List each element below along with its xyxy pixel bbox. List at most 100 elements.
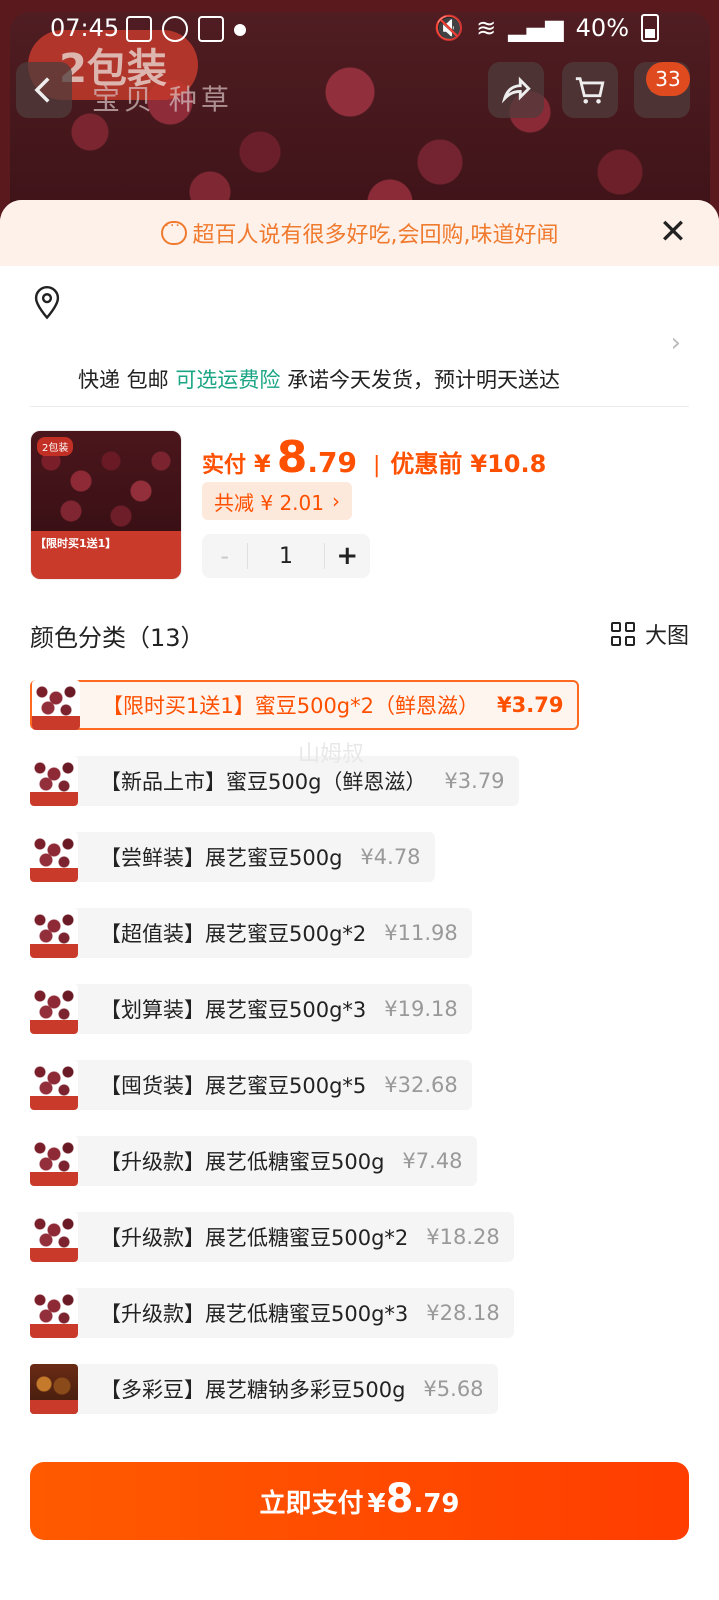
chevron-right-icon: › xyxy=(331,489,340,513)
price-row: 实付 ¥ 8 .79 | 优惠前 ¥10.8 xyxy=(202,432,546,483)
quantity-value[interactable]: 1 xyxy=(247,543,325,569)
variant-price: ¥4.78 xyxy=(360,845,421,869)
back-button[interactable] xyxy=(16,62,72,118)
variant-option[interactable]: 【限时买1送1】蜜豆500g*2（鲜恩滋） ¥3.79 xyxy=(30,680,580,730)
variant-option[interactable]: 【多彩豆】展艺糖钠多彩豆500g ¥5.68 xyxy=(30,1364,498,1414)
price-separator: | xyxy=(372,453,381,478)
shipping-express: 快递 包邮 xyxy=(78,368,169,392)
checkbox-icon xyxy=(198,16,224,42)
quantity-stepper: - 1 + xyxy=(202,534,370,578)
variant-name: 【尝鲜装】展艺蜜豆500g xyxy=(100,846,343,870)
before-price: ¥10.8 xyxy=(470,450,547,478)
shipping-insurance-link[interactable]: 可选运费险 xyxy=(175,368,280,392)
app-notification-icon xyxy=(162,16,188,42)
variant-name: 【新品上市】蜜豆500g（鲜恩滋） xyxy=(100,770,427,794)
variant-thumbnail xyxy=(30,1288,78,1338)
divider xyxy=(30,406,689,407)
signal-icon: ▂▄▆ xyxy=(508,14,564,42)
pay-currency: ¥ xyxy=(367,1489,386,1519)
variant-name: 【升级款】展艺低糖蜜豆500g xyxy=(100,1150,385,1174)
share-icon xyxy=(501,76,531,104)
share-button[interactable] xyxy=(488,62,544,118)
banner-text: 超百人说有很多好吃,会回购,味道好闻 xyxy=(192,223,559,248)
price-integer: 8 xyxy=(276,432,308,483)
variant-thumbnail xyxy=(30,1136,78,1186)
variant-price: ¥19.18 xyxy=(384,997,458,1021)
variant-price: ¥3.79 xyxy=(497,693,564,717)
wifi-icon: ≋ xyxy=(476,14,497,42)
variant-thumbnail xyxy=(30,984,78,1034)
gallery-icon xyxy=(126,16,152,42)
variant-name: 【限时买1送1】蜜豆500g*2（鲜恩滋） xyxy=(102,694,479,718)
status-time: 07:45 xyxy=(50,14,120,42)
variant-option[interactable]: 【超值装】展艺蜜豆500g*2 ¥11.98 xyxy=(30,908,472,958)
battery-percent: 40% xyxy=(575,14,629,42)
variant-price: ¥28.18 xyxy=(426,1301,500,1325)
price-decimal: .79 xyxy=(307,446,357,479)
big-view-toggle[interactable]: 大图 xyxy=(610,618,689,650)
shipping-promise: 承诺今天发货，预计明天送达 xyxy=(287,368,561,392)
variant-thumbnail xyxy=(30,1212,78,1262)
increase-button[interactable]: + xyxy=(325,541,370,571)
variant-option[interactable]: 【升级款】展艺低糖蜜豆500g*2 ¥18.28 xyxy=(30,1212,514,1262)
pay-bar: 立即支付 ¥ 8 .79 xyxy=(0,1432,719,1600)
product-thumbnail[interactable]: 2包装 【限时买1送1】 xyxy=(30,430,182,580)
shipping-info: 快递 包邮 可选运费险 承诺今天发货，预计明天送达 xyxy=(78,364,560,394)
thumbnail-tag: 2包装 xyxy=(37,437,74,456)
mute-icon: 🔇 xyxy=(434,14,465,42)
variant-price: ¥11.98 xyxy=(384,921,458,945)
cart-count-badge: 33 xyxy=(646,62,690,96)
variant-option[interactable]: 【升级款】展艺低糖蜜豆500g*3 ¥28.18 xyxy=(30,1288,514,1338)
decrease-button[interactable]: - xyxy=(202,542,247,570)
variant-name: 【划算装】展艺蜜豆500g*3 xyxy=(100,998,367,1022)
variant-name: 【囤货装】展艺蜜豆500g*5 xyxy=(100,1074,367,1098)
variant-price: ¥7.48 xyxy=(402,1149,463,1173)
chat-icon xyxy=(160,218,187,245)
sku-selector-sheet: 超百人说有很多好吃,会回购,味道好闻 ✕ › 快递 包邮 可选运费险 承诺今天发… xyxy=(0,200,719,1600)
pay-now-button[interactable]: 立即支付 ¥ 8 .79 xyxy=(30,1462,689,1540)
back-arrow-icon xyxy=(34,77,50,103)
variant-thumbnail xyxy=(30,1060,78,1110)
variant-name: 【升级款】展艺低糖蜜豆500g*2 xyxy=(100,1226,409,1250)
variant-thumbnail xyxy=(30,756,78,806)
price-label: 实付 xyxy=(202,453,247,478)
variant-thumbnail xyxy=(30,1364,78,1414)
variant-thumbnail xyxy=(30,832,78,882)
big-view-label: 大图 xyxy=(644,624,689,649)
address-row[interactable]: › xyxy=(32,286,687,358)
close-icon[interactable]: ✕ xyxy=(655,214,691,250)
header-tabs: 宝贝 种草 xyxy=(92,83,233,116)
variant-price: ¥32.68 xyxy=(384,1073,458,1097)
variant-price: ¥18.28 xyxy=(426,1225,500,1249)
chevron-right-icon: › xyxy=(670,328,681,358)
pay-price-decimal: .79 xyxy=(413,1489,460,1519)
variant-thumbnail xyxy=(32,680,80,730)
thumbnail-strip-text: 【限时买1送1】 xyxy=(35,537,117,550)
review-banner: 超百人说有很多好吃,会回购,味道好闻 ✕ xyxy=(0,200,719,266)
variant-option[interactable]: 【划算装】展艺蜜豆500g*3 ¥19.18 xyxy=(30,984,472,1034)
variant-option[interactable]: 【尝鲜装】展艺蜜豆500g ¥4.78 xyxy=(30,832,435,882)
price-currency: ¥ xyxy=(254,450,271,478)
pay-price-integer: 8 xyxy=(385,1476,414,1522)
before-label: 优惠前 xyxy=(390,450,463,478)
watermark-text: 山姆叔 xyxy=(298,742,365,767)
cart-button[interactable] xyxy=(562,62,618,118)
battery-icon xyxy=(641,14,659,42)
discount-chip[interactable]: 共减 ¥ 2.01 › xyxy=(202,482,352,520)
variant-thumbnail xyxy=(30,908,78,958)
pay-label: 立即支付 xyxy=(259,1489,364,1519)
status-bar: 07:45 🔇 ≋ ▂▄▆ 40% xyxy=(0,0,719,58)
cart-icon xyxy=(575,77,605,104)
variant-name: 【升级款】展艺低糖蜜豆500g*3 xyxy=(100,1302,409,1326)
variant-section-title: 颜色分类（13） xyxy=(30,624,205,652)
variant-price: ¥5.68 xyxy=(423,1377,484,1401)
more-notifications-dot-icon xyxy=(234,24,246,36)
variant-name: 【超值装】展艺蜜豆500g*2 xyxy=(100,922,367,946)
variant-price: ¥3.79 xyxy=(444,769,505,793)
notification-icons xyxy=(126,16,246,42)
variant-option[interactable]: 【升级款】展艺低糖蜜豆500g ¥7.48 xyxy=(30,1136,477,1186)
variant-option[interactable]: 【囤货装】展艺蜜豆500g*5 ¥32.68 xyxy=(30,1060,472,1110)
variant-option[interactable]: 【新品上市】蜜豆500g（鲜恩滋） ¥3.79 xyxy=(30,756,519,806)
grid-icon xyxy=(610,622,635,646)
variant-name: 【多彩豆】展艺糖钠多彩豆500g xyxy=(100,1378,406,1402)
